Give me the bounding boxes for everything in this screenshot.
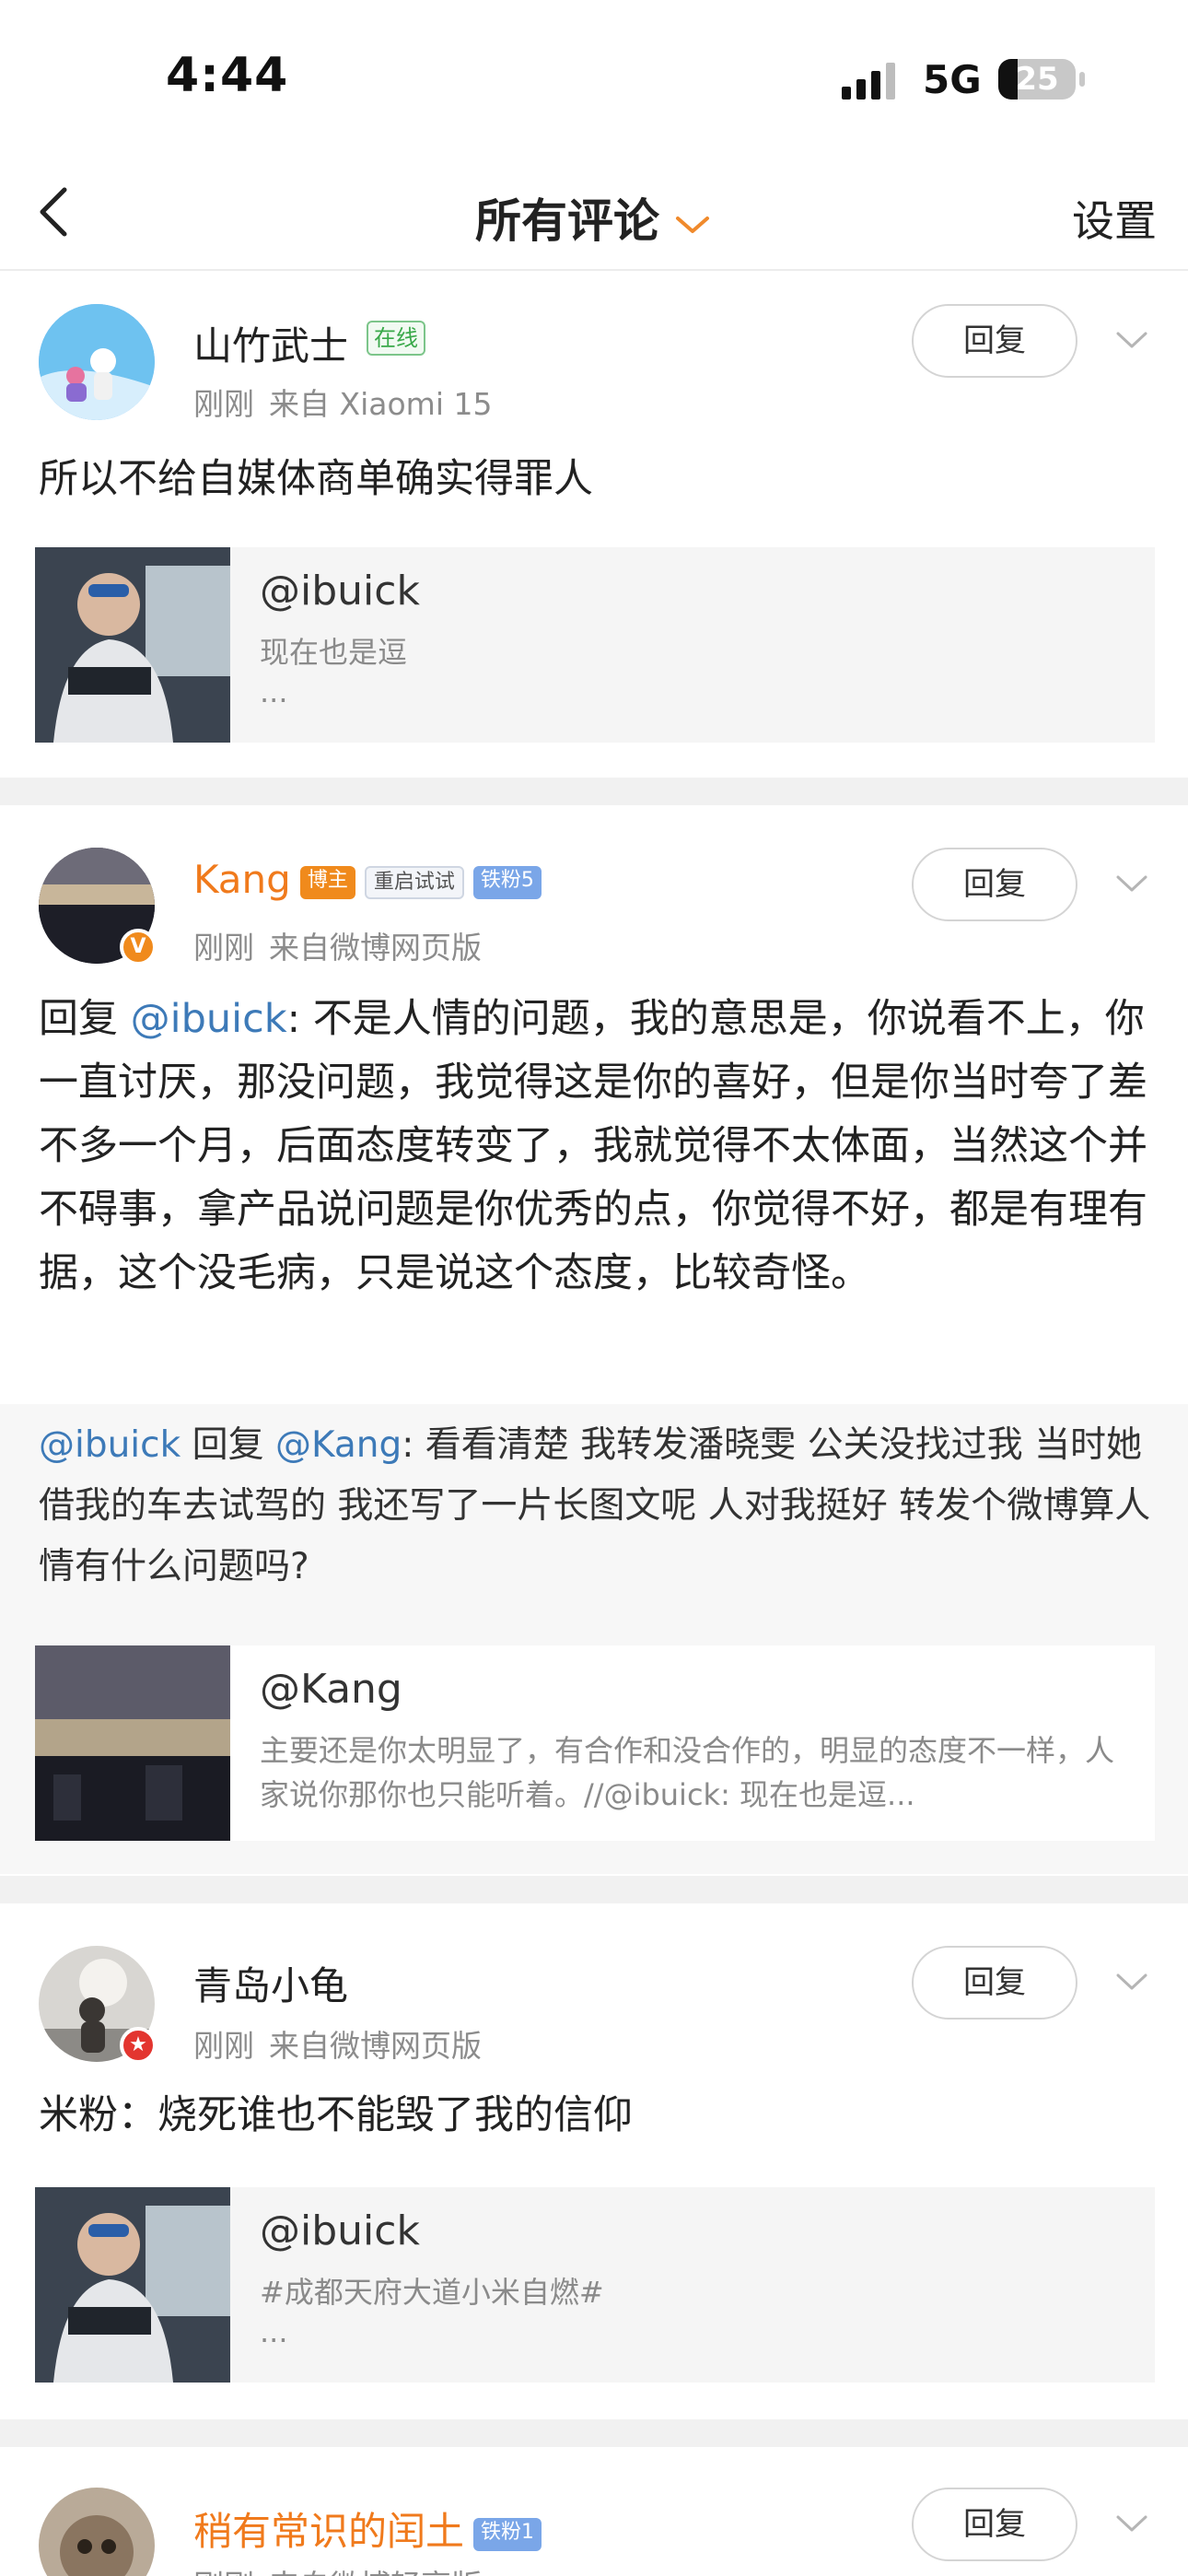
chevron-down-icon[interactable]	[1114, 1972, 1149, 1994]
mention-link[interactable]: @ibuick	[131, 996, 287, 1042]
comment-time: 刚刚	[193, 930, 254, 966]
quoted-post-thumbnail	[35, 1645, 230, 1841]
comment-item: 稍有常识的闰土铁粉1 刚刚 来自微博轻享版 回复	[0, 2447, 1188, 2576]
comment-meta: 刚刚 来自微博轻享版	[193, 2561, 496, 2576]
quoted-post-text: #成都天府大道小米自燃#	[260, 2275, 604, 2310]
chevron-down-icon[interactable]	[1114, 873, 1149, 896]
quoted-post-card[interactable]: @ibuick #成都天府大道小米自燃# ...	[35, 2187, 1155, 2383]
avatar[interactable]	[39, 2488, 155, 2576]
avatar-art	[39, 304, 155, 420]
network-type: 5G	[923, 57, 982, 102]
reply-prefix: 回复	[39, 996, 131, 1042]
comment-text: 回复 @ibuick: 不是人情的问题，我的意思是，你说看不上，你一直讨厌，那没…	[39, 988, 1153, 1306]
battery-cap	[1079, 72, 1085, 87]
nested-reply-block[interactable]: @ibuick 回复 @Kang: 看看清楚 我转发潘晓雯 公关没找过我 当时她…	[0, 1404, 1188, 1874]
reply-button[interactable]: 回复	[912, 2488, 1077, 2561]
comment-source: 来自微博网页版	[269, 2028, 482, 2064]
blogger-badge: 博主	[299, 865, 355, 899]
comment-item: 山竹武士 在线 刚刚 来自 Xiaomi 15 回复 所以不给自媒体商单确实得罪人…	[0, 273, 1188, 778]
online-tag: 在线	[367, 321, 425, 356]
quoted-post-author: @ibuick	[260, 2207, 420, 2254]
nav-bar: 所有评论 设置	[0, 157, 1188, 271]
mention-link[interactable]: @Kang	[275, 1424, 402, 1466]
page-title: 所有评论	[475, 194, 659, 248]
username[interactable]: Kang 博主 重启试试 铁粉5	[193, 857, 542, 902]
comment-meta: 刚刚 来自 Xiaomi 15	[193, 380, 507, 424]
comment-meta: 刚刚 来自微博网页版	[193, 2021, 496, 2066]
quoted-post-ellipsis: ...	[260, 2314, 288, 2349]
battery-level: 25	[1015, 61, 1059, 98]
reply-button[interactable]: 回复	[912, 304, 1077, 378]
divider	[0, 2419, 1188, 2447]
chevron-down-icon[interactable]	[1114, 330, 1149, 352]
comment-text: 米粉：烧死谁也不能毁了我的信仰	[39, 2092, 633, 2138]
username-text: Kang	[193, 857, 291, 902]
divider	[0, 778, 1188, 805]
comment-item: V Kang 博主 重启试试 铁粉5 刚刚 来自微博网页版 回复 回复 @ibuick:…	[0, 805, 1188, 1874]
quoted-post-ellipsis: ...	[260, 674, 288, 709]
signal-icon	[842, 63, 895, 100]
reply-button[interactable]: 回复	[912, 1946, 1077, 2020]
mention-link[interactable]: @ibuick	[39, 1424, 181, 1466]
chevron-down-icon	[676, 216, 709, 233]
comment-time: 刚刚	[193, 386, 254, 422]
comment-meta: 刚刚 来自微博网页版	[193, 923, 496, 967]
comment-source: 来自微博轻享版	[269, 2568, 482, 2576]
comment-item: ★ 青岛小龟 刚刚 来自微博网页版 回复 米粉：烧死谁也不能毁了我的信仰 @ibu…	[0, 1903, 1188, 2419]
quoted-post-author: @Kang	[260, 1666, 402, 1713]
official-badge-icon: ★	[120, 2027, 157, 2064]
username-text: 稍有常识的闰土	[193, 2509, 465, 2554]
avatar[interactable]	[39, 304, 155, 420]
restart-badge: 重启试试	[364, 865, 464, 899]
status-time: 4:44	[166, 48, 289, 103]
chevron-down-icon[interactable]	[1114, 2513, 1149, 2535]
divider	[0, 1876, 1188, 1903]
comment-time: 刚刚	[193, 2028, 254, 2064]
quoted-post-card[interactable]: @ibuick 现在也是逗 ...	[35, 547, 1155, 743]
settings-button[interactable]: 设置	[1072, 188, 1157, 249]
comment-source: 来自微博网页版	[269, 930, 482, 966]
comment-source: 来自 Xiaomi 15	[269, 386, 493, 422]
username[interactable]: 稍有常识的闰土 铁粉1	[193, 2500, 542, 2557]
comment-time: 刚刚	[193, 2568, 254, 2576]
quoted-post-text: 现在也是逗	[260, 635, 408, 670]
comment-text: 所以不给自媒体商单确实得罪人	[39, 456, 593, 502]
quoted-post-thumbnail	[35, 547, 230, 743]
reply-word: 回复	[181, 1424, 275, 1466]
quoted-post-thumbnail	[35, 2187, 230, 2383]
battery-icon: 25	[998, 59, 1076, 100]
username[interactable]: 青岛小龟	[193, 1955, 348, 2011]
nested-reply-text: @ibuick 回复 @Kang: 看看清楚 我转发潘晓雯 公关没找过我 当时她…	[39, 1415, 1153, 1598]
comment-filter-dropdown[interactable]: 所有评论	[0, 184, 1188, 251]
quoted-post-text: 主要还是你太明显了，有合作和没合作的，明显的态度不一样，人家说你那你也只能听着。…	[260, 1733, 1115, 1812]
quoted-post-card[interactable]: @Kang 主要还是你太明显了，有合作和没合作的，明显的态度不一样，人家说你那你…	[35, 1645, 1155, 1841]
verified-badge-icon: V	[120, 929, 157, 966]
quoted-post-author: @ibuick	[260, 568, 420, 615]
reply-button[interactable]: 回复	[912, 848, 1077, 921]
fan-badge: 铁粉5	[472, 865, 542, 899]
status-bar: 4:44 5G 25	[0, 0, 1188, 157]
username[interactable]: 山竹武士	[193, 315, 348, 371]
fan-badge: 铁粉1	[473, 2517, 542, 2551]
